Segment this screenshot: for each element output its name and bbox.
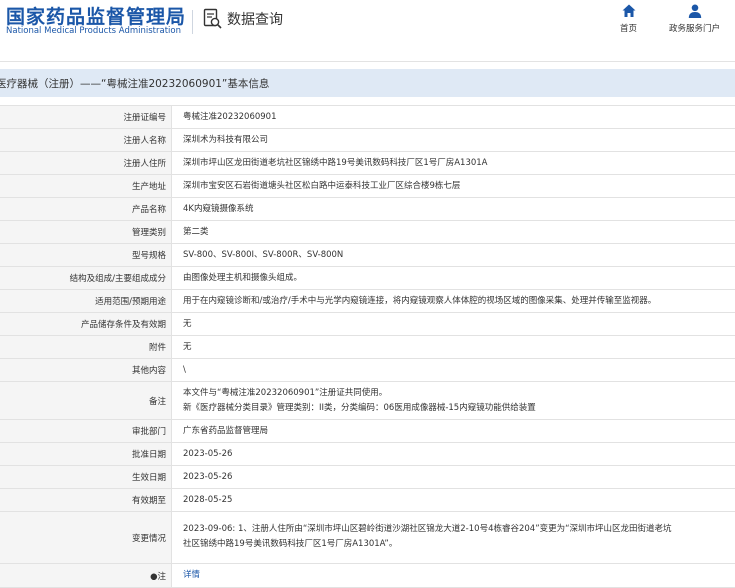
remark-line: 本文件与“粤械注准20232060901”注册证共同使用。	[183, 388, 388, 398]
header-divider	[192, 10, 193, 34]
site-logo-cn[interactable]: 国家药品监督管理局	[6, 2, 186, 29]
row-value: SV-800、SV-800I、SV-800R、SV-800N	[183, 249, 344, 260]
row-value: 深圳市坪山区龙田街道老坑社区锦绣中路19号美讯数码科技厂区1号厂房A1301A	[183, 157, 488, 168]
row-value: 详情	[172, 564, 735, 587]
table-row: 注册人住所 深圳市坪山区龙田街道老坑社区锦绣中路19号美讯数码科技厂区1号厂房A…	[0, 152, 735, 175]
document-search-icon	[203, 8, 223, 30]
row-label: 变更情况	[0, 512, 172, 563]
row-label: 注册证编号	[0, 106, 172, 128]
row-label: 附件	[0, 336, 172, 358]
table-row: 注册人名称 深圳术为科技有限公司	[0, 129, 735, 152]
table-row: 生效日期 2023-05-26	[0, 466, 735, 489]
row-label: ●注	[0, 564, 172, 587]
nav-service-portal[interactable]: 政务服务门户	[669, 3, 720, 34]
remark-line: 新《医疗器械分类目录》管理类别：II类，分类编码：06医用成像器械-15内窥镜功…	[183, 403, 536, 413]
home-icon	[621, 3, 637, 19]
nav-service-portal-label: 政务服务门户	[669, 24, 721, 34]
row-label: 产品名称	[0, 198, 172, 220]
table-row: 有效期至 2028-05-25	[0, 489, 735, 512]
row-value: 深圳市宝安区石岩街道塘头社区松白路中运泰科技工业厂区综合楼9栋七层	[183, 180, 461, 191]
row-label: 管理类别	[0, 221, 172, 243]
row-value: 本文件与“粤械注准20232060901”注册证共同使用。 新《医疗器械分类目录…	[172, 382, 735, 419]
row-label: 生产地址	[0, 175, 172, 197]
change-line: 2023-09-06: 1、注册人住所由“深圳市坪山区碧岭街道沙湖社区锦龙大道2…	[183, 524, 672, 534]
row-label: 产品储存条件及有效期	[0, 313, 172, 335]
row-label: 型号规格	[0, 244, 172, 266]
table-row: ●注 详情	[0, 564, 735, 588]
table-row: 管理类别 第二类	[0, 221, 735, 244]
record-title-bar: 医疗器械（注册）——“粤械注准20232060901”基本信息	[0, 69, 735, 97]
row-value: \	[183, 364, 186, 375]
table-row: 审批部门 广东省药品监督管理局	[0, 420, 735, 443]
row-label: 结构及组成/主要组成成分	[0, 267, 172, 289]
row-value: 无	[183, 318, 192, 329]
row-label: 注册人名称	[0, 129, 172, 151]
row-label: 有效期至	[0, 489, 172, 511]
site-header: 国家药品监督管理局 National Medical Products Admi…	[0, 0, 735, 62]
row-value: 第二类	[183, 226, 209, 237]
row-value: 2023-09-06: 1、注册人住所由“深圳市坪山区碧岭街道沙湖社区锦龙大道2…	[172, 512, 735, 563]
detail-table: 注册证编号 粤械注准20232060901 注册人名称 深圳术为科技有限公司 注…	[0, 105, 735, 588]
table-row: 其他内容 \	[0, 359, 735, 382]
row-value: 粤械注准20232060901	[183, 111, 277, 122]
table-row: 结构及组成/主要组成成分 由图像处理主机和摄像头组成。	[0, 267, 735, 290]
row-value: 无	[183, 341, 192, 352]
table-row: 型号规格 SV-800、SV-800I、SV-800R、SV-800N	[0, 244, 735, 267]
row-value: 广东省药品监督管理局	[183, 425, 269, 436]
row-label: 批准日期	[0, 443, 172, 465]
table-row: 生产地址 深圳市宝安区石岩街道塘头社区松白路中运泰科技工业厂区综合楼9栋七层	[0, 175, 735, 198]
site-logo-en[interactable]: National Medical Products Administration	[6, 26, 181, 36]
table-row: 附件 无	[0, 336, 735, 359]
row-label: 注册人住所	[0, 152, 172, 174]
row-label: 备注	[0, 382, 172, 419]
row-value: 由图像处理主机和摄像头组成。	[183, 272, 303, 283]
row-label: 审批部门	[0, 420, 172, 442]
table-row: 注册证编号 粤械注准20232060901	[0, 106, 735, 129]
details-link[interactable]: 详情	[183, 568, 200, 583]
row-value: 2023-05-26	[183, 471, 233, 482]
row-value: 用于在内窥镜诊断和/或治疗/手术中与光学内窥镜连接，将内窥镜观察人体体腔的视场区…	[183, 295, 657, 306]
row-value: 2028-05-25	[183, 494, 233, 505]
data-query-section[interactable]: 数据查询	[203, 8, 283, 30]
nav-home[interactable]: 首页	[620, 3, 637, 34]
row-value: 2023-05-26	[183, 448, 233, 459]
table-row: 适用范围/预期用途 用于在内窥镜诊断和/或治疗/手术中与光学内窥镜连接，将内窥镜…	[0, 290, 735, 313]
row-label: 适用范围/预期用途	[0, 290, 172, 312]
table-row: 变更情况 2023-09-06: 1、注册人住所由“深圳市坪山区碧岭街道沙湖社区…	[0, 512, 735, 564]
table-row: 产品储存条件及有效期 无	[0, 313, 735, 336]
row-label: 其他内容	[0, 359, 172, 381]
table-row: 备注 本文件与“粤械注准20232060901”注册证共同使用。 新《医疗器械分…	[0, 382, 735, 420]
table-row: 产品名称 4K内窥镜摄像系统	[0, 198, 735, 221]
row-value: 4K内窥镜摄像系统	[183, 203, 254, 214]
row-label: 生效日期	[0, 466, 172, 488]
user-icon	[687, 3, 703, 19]
row-value: 深圳术为科技有限公司	[183, 134, 269, 145]
nav-home-label: 首页	[620, 24, 638, 34]
change-line: 社区锦绣中路19号美讯数码科技厂区1号厂房A1301A”。	[183, 539, 398, 549]
data-query-label: 数据查询	[227, 12, 283, 28]
record-title: 医疗器械（注册）——“粤械注准20232060901”基本信息	[0, 77, 270, 90]
table-row: 批准日期 2023-05-26	[0, 443, 735, 466]
